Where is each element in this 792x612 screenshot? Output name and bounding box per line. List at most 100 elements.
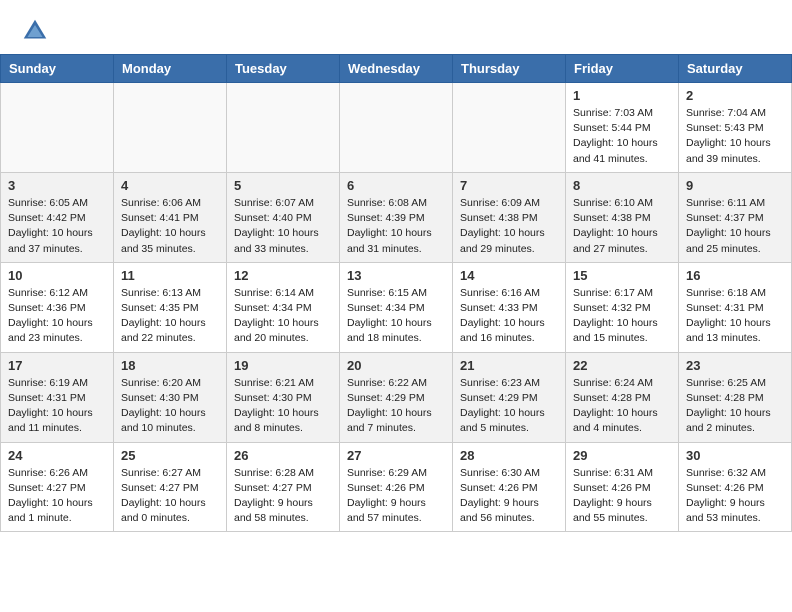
day-info: Sunrise: 6:14 AM Sunset: 4:34 PM Dayligh… (234, 286, 332, 347)
calendar-day-cell: 2 Sunrise: 7:04 AM Sunset: 5:43 PM Daylig… (679, 83, 792, 173)
calendar-day-cell: 21 Sunrise: 6:23 AM Sunset: 4:29 PM Dayli… (453, 352, 566, 442)
calendar-day-cell: 15 Sunrise: 6:17 AM Sunset: 4:32 PM Dayli… (566, 262, 679, 352)
day-info: Sunrise: 6:29 AM Sunset: 4:26 PM Dayligh… (347, 466, 445, 527)
calendar-day-cell (227, 83, 340, 173)
weekday-header-saturday: Saturday (679, 55, 792, 83)
calendar-day-cell: 23 Sunrise: 6:25 AM Sunset: 4:28 PM Dayli… (679, 352, 792, 442)
calendar-day-cell (340, 83, 453, 173)
day-info: Sunrise: 6:10 AM Sunset: 4:38 PM Dayligh… (573, 196, 671, 257)
calendar-day-cell: 16 Sunrise: 6:18 AM Sunset: 4:31 PM Dayli… (679, 262, 792, 352)
day-info: Sunrise: 6:17 AM Sunset: 4:32 PM Dayligh… (573, 286, 671, 347)
day-info: Sunrise: 6:09 AM Sunset: 4:38 PM Dayligh… (460, 196, 558, 257)
calendar-day-cell: 26Sunrise: 6:28 AM Sunset: 4:27 PM Dayli… (227, 442, 340, 532)
day-info: Sunrise: 6:07 AM Sunset: 4:40 PM Dayligh… (234, 196, 332, 257)
day-info: Sunrise: 6:20 AM Sunset: 4:30 PM Dayligh… (121, 376, 219, 437)
day-number: 7 (460, 178, 558, 193)
day-info: Sunrise: 6:15 AM Sunset: 4:34 PM Dayligh… (347, 286, 445, 347)
day-info: Sunrise: 6:11 AM Sunset: 4:37 PM Dayligh… (686, 196, 784, 257)
day-info: Sunrise: 6:25 AM Sunset: 4:28 PM Dayligh… (686, 376, 784, 437)
weekday-header-row: SundayMondayTuesdayWednesdayThursdayFrid… (1, 55, 792, 83)
calendar-day-cell: 6 Sunrise: 6:08 AM Sunset: 4:39 PM Daylig… (340, 172, 453, 262)
day-number: 13 (347, 268, 445, 283)
calendar-day-cell: 13 Sunrise: 6:15 AM Sunset: 4:34 PM Dayli… (340, 262, 453, 352)
day-info: Sunrise: 6:27 AM Sunset: 4:27 PM Dayligh… (121, 466, 219, 527)
weekday-header-friday: Friday (566, 55, 679, 83)
day-number: 11 (121, 268, 219, 283)
day-info: Sunrise: 6:16 AM Sunset: 4:33 PM Dayligh… (460, 286, 558, 347)
day-number: 25 (121, 448, 219, 463)
calendar-day-cell: 20 Sunrise: 6:22 AM Sunset: 4:29 PM Dayli… (340, 352, 453, 442)
day-number: 1 (573, 88, 671, 103)
calendar-day-cell: 27 Sunrise: 6:29 AM Sunset: 4:26 PM Dayli… (340, 442, 453, 532)
calendar-week-row: 1 Sunrise: 7:03 AM Sunset: 5:44 PM Daylig… (1, 83, 792, 173)
calendar-week-row: 10Sunrise: 6:12 AM Sunset: 4:36 PM Dayli… (1, 262, 792, 352)
day-number: 3 (8, 178, 106, 193)
day-number: 29 (573, 448, 671, 463)
calendar-day-cell: 25 Sunrise: 6:27 AM Sunset: 4:27 PM Dayli… (114, 442, 227, 532)
day-number: 2 (686, 88, 784, 103)
logo-icon (20, 16, 50, 46)
day-info: Sunrise: 6:32 AM Sunset: 4:26 PM Dayligh… (686, 466, 784, 527)
calendar-day-cell (114, 83, 227, 173)
day-number: 28 (460, 448, 558, 463)
calendar-day-cell: 14 Sunrise: 6:16 AM Sunset: 4:33 PM Dayli… (453, 262, 566, 352)
day-info: Sunrise: 6:19 AM Sunset: 4:31 PM Dayligh… (8, 376, 106, 437)
day-info: Sunrise: 6:26 AM Sunset: 4:27 PM Dayligh… (8, 466, 106, 527)
day-info: Sunrise: 6:08 AM Sunset: 4:39 PM Dayligh… (347, 196, 445, 257)
day-number: 21 (460, 358, 558, 373)
weekday-header-wednesday: Wednesday (340, 55, 453, 83)
day-number: 22 (573, 358, 671, 373)
day-number: 24 (8, 448, 106, 463)
day-number: 6 (347, 178, 445, 193)
calendar-table: SundayMondayTuesdayWednesdayThursdayFrid… (0, 54, 792, 532)
day-info: Sunrise: 6:30 AM Sunset: 4:26 PM Dayligh… (460, 466, 558, 527)
day-number: 8 (573, 178, 671, 193)
calendar-day-cell: 9Sunrise: 6:11 AM Sunset: 4:37 PM Daylig… (679, 172, 792, 262)
calendar-day-cell: 8 Sunrise: 6:10 AM Sunset: 4:38 PM Daylig… (566, 172, 679, 262)
calendar-day-cell: 12 Sunrise: 6:14 AM Sunset: 4:34 PM Dayli… (227, 262, 340, 352)
calendar-day-cell: 30 Sunrise: 6:32 AM Sunset: 4:26 PM Dayli… (679, 442, 792, 532)
calendar-day-cell: 28 Sunrise: 6:30 AM Sunset: 4:26 PM Dayli… (453, 442, 566, 532)
day-number: 19 (234, 358, 332, 373)
day-info: Sunrise: 6:18 AM Sunset: 4:31 PM Dayligh… (686, 286, 784, 347)
calendar-day-cell: 18 Sunrise: 6:20 AM Sunset: 4:30 PM Dayli… (114, 352, 227, 442)
calendar-week-row: 3 Sunrise: 6:05 AM Sunset: 4:42 PM Daylig… (1, 172, 792, 262)
logo (20, 16, 54, 46)
calendar-day-cell: 24 Sunrise: 6:26 AM Sunset: 4:27 PM Dayli… (1, 442, 114, 532)
day-info: Sunrise: 7:04 AM Sunset: 5:43 PM Dayligh… (686, 106, 784, 167)
day-number: 10 (8, 268, 106, 283)
day-info: Sunrise: 6:21 AM Sunset: 4:30 PM Dayligh… (234, 376, 332, 437)
day-number: 27 (347, 448, 445, 463)
calendar-day-cell: 19 Sunrise: 6:21 AM Sunset: 4:30 PM Dayli… (227, 352, 340, 442)
weekday-header-monday: Monday (114, 55, 227, 83)
day-info: Sunrise: 6:13 AM Sunset: 4:35 PM Dayligh… (121, 286, 219, 347)
day-info: Sunrise: 6:23 AM Sunset: 4:29 PM Dayligh… (460, 376, 558, 437)
day-info: Sunrise: 6:22 AM Sunset: 4:29 PM Dayligh… (347, 376, 445, 437)
day-number: 15 (573, 268, 671, 283)
day-number: 12 (234, 268, 332, 283)
day-info: Sunrise: 6:05 AM Sunset: 4:42 PM Dayligh… (8, 196, 106, 257)
calendar-day-cell: 22 Sunrise: 6:24 AM Sunset: 4:28 PM Dayli… (566, 352, 679, 442)
weekday-header-tuesday: Tuesday (227, 55, 340, 83)
calendar-day-cell: 3 Sunrise: 6:05 AM Sunset: 4:42 PM Daylig… (1, 172, 114, 262)
calendar-day-cell: 4 Sunrise: 6:06 AM Sunset: 4:41 PM Daylig… (114, 172, 227, 262)
day-info: Sunrise: 6:24 AM Sunset: 4:28 PM Dayligh… (573, 376, 671, 437)
weekday-header-sunday: Sunday (1, 55, 114, 83)
day-number: 16 (686, 268, 784, 283)
calendar-day-cell: 11 Sunrise: 6:13 AM Sunset: 4:35 PM Dayli… (114, 262, 227, 352)
day-number: 20 (347, 358, 445, 373)
day-number: 14 (460, 268, 558, 283)
day-number: 17 (8, 358, 106, 373)
day-number: 5 (234, 178, 332, 193)
calendar-day-cell: 17 Sunrise: 6:19 AM Sunset: 4:31 PM Dayli… (1, 352, 114, 442)
day-number: 23 (686, 358, 784, 373)
day-info: Sunrise: 6:06 AM Sunset: 4:41 PM Dayligh… (121, 196, 219, 257)
day-info: Sunrise: 7:03 AM Sunset: 5:44 PM Dayligh… (573, 106, 671, 167)
calendar-day-cell: 29Sunrise: 6:31 AM Sunset: 4:26 PM Dayli… (566, 442, 679, 532)
day-number: 4 (121, 178, 219, 193)
day-number: 30 (686, 448, 784, 463)
day-number: 18 (121, 358, 219, 373)
calendar-week-row: 24 Sunrise: 6:26 AM Sunset: 4:27 PM Dayli… (1, 442, 792, 532)
day-info: Sunrise: 6:28 AM Sunset: 4:27 PM Dayligh… (234, 466, 332, 527)
calendar-day-cell: 5 Sunrise: 6:07 AM Sunset: 4:40 PM Daylig… (227, 172, 340, 262)
